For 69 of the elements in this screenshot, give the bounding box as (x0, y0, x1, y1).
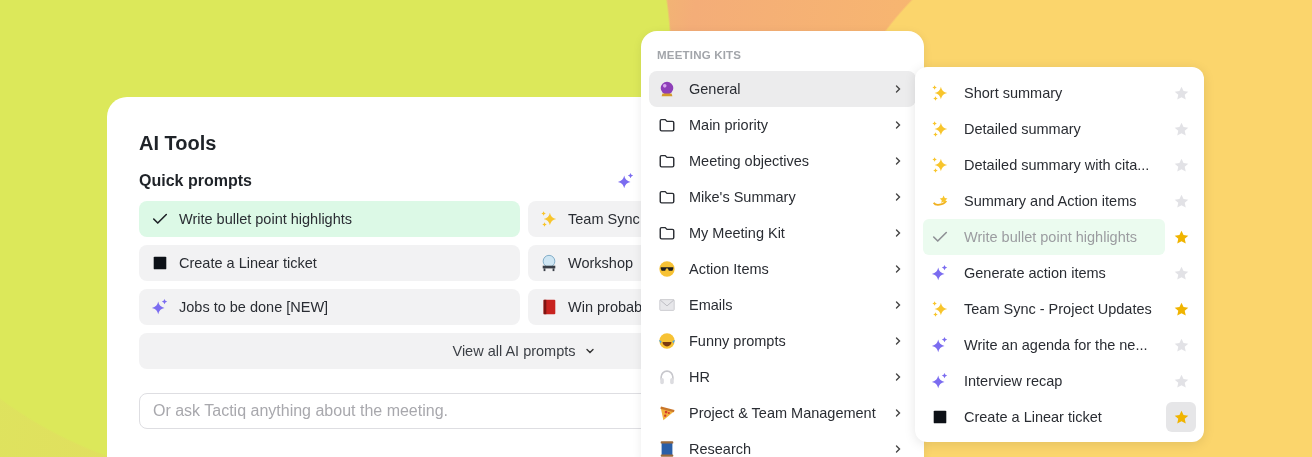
prompt-item[interactable]: Detailed summary with cita... (923, 147, 1165, 183)
sunglasses-emoji-icon (658, 260, 676, 278)
menu-item[interactable]: Mike's Summary (649, 179, 916, 215)
prompt-label: Write bullet point highlights (964, 229, 1138, 245)
sparkle-icon (931, 264, 949, 282)
menu-item[interactable]: Emails (649, 287, 916, 323)
folder-icon (658, 224, 676, 242)
card-title: AI Tools (139, 131, 218, 156)
sparkles-icon (931, 120, 949, 138)
sparkles-icon (540, 210, 558, 228)
prompt-label: Detailed summary with cita... (964, 157, 1150, 173)
menu-item-label: Action Items (689, 261, 770, 277)
prompt-label: Generate action items (964, 265, 1106, 281)
pizza-icon (658, 404, 676, 422)
menu-item-label: Mike's Summary (689, 189, 797, 205)
folder-icon (658, 116, 676, 134)
envelope-icon (658, 296, 676, 314)
menu-item[interactable]: Research (649, 431, 916, 457)
square-icon (931, 408, 949, 426)
prompt-label: Team Sync - Project Updates (964, 301, 1152, 317)
sparkles-icon (931, 300, 949, 318)
prompt-label: Short summary (964, 85, 1063, 101)
sparkle-icon (931, 336, 949, 354)
menu-item[interactable]: General (649, 71, 916, 107)
prompt-label: Write an agenda for the ne... (964, 337, 1148, 353)
sparkles-icon (931, 156, 949, 174)
menu-item-label: My Meeting Kit (689, 225, 786, 241)
prompt-item[interactable]: Generate action items (923, 255, 1165, 291)
menu-item-label: Meeting objectives (689, 153, 811, 169)
prompt-item[interactable]: Interview recap (923, 363, 1165, 399)
menu-item-label: Emails (689, 297, 734, 313)
sparkles-icon (931, 84, 949, 102)
menu-item-label: Funny prompts (689, 333, 787, 349)
quick-prompt-button[interactable]: Jobs to be done [NEW] (139, 289, 520, 325)
menu-item-label: Main priority (689, 117, 769, 133)
prompt-item[interactable]: Summary and Action items (923, 183, 1165, 219)
menu-item[interactable]: Main priority (649, 107, 916, 143)
prompt-item[interactable]: Create a Linear ticket (923, 399, 1165, 435)
prompt-item[interactable]: Team Sync - Project Updates (923, 291, 1165, 327)
menu-item-label: HR (689, 369, 711, 385)
menu-header: MEETING KITS (656, 48, 743, 63)
menu-item-label: Project & Team Management (689, 405, 877, 421)
prompt-label: Summary and Action items (964, 193, 1137, 209)
menu-item[interactable]: My Meeting Kit (649, 215, 916, 251)
globe-icon (540, 254, 558, 272)
laughing-emoji-icon (658, 332, 676, 350)
menu-item[interactable]: Meeting objectives (649, 143, 916, 179)
prompt-label: Detailed summary (964, 121, 1081, 137)
quick-prompt-button[interactable]: Create a Linear ticket (139, 245, 520, 281)
menu-item-label: General (689, 81, 742, 97)
star-button[interactable] (1166, 402, 1196, 432)
sparkle-icon (931, 372, 949, 390)
section-title: Quick prompts (139, 171, 252, 191)
crystal-ball-icon (658, 80, 676, 98)
sparkle-icon (151, 298, 169, 316)
folder-icon (658, 152, 676, 170)
folder-icon (658, 188, 676, 206)
menu-item-label: Research (689, 441, 753, 457)
menu-item[interactable]: Action Items (649, 251, 916, 287)
prompt-item[interactable]: Write an agenda for the ne... (923, 327, 1165, 363)
prompt-item[interactable]: Detailed summary (923, 111, 1165, 147)
headphones-icon (658, 368, 676, 386)
quick-prompt-button[interactable]: Write bullet point highlights (139, 201, 520, 237)
square-icon (151, 254, 169, 272)
spool-icon (658, 440, 676, 457)
prompt-label: Interview recap (964, 373, 1063, 389)
prompt-item[interactable]: Short summary (923, 75, 1165, 111)
sparkle-icon (617, 172, 635, 190)
prompt-label: Create a Linear ticket (964, 409, 1102, 425)
